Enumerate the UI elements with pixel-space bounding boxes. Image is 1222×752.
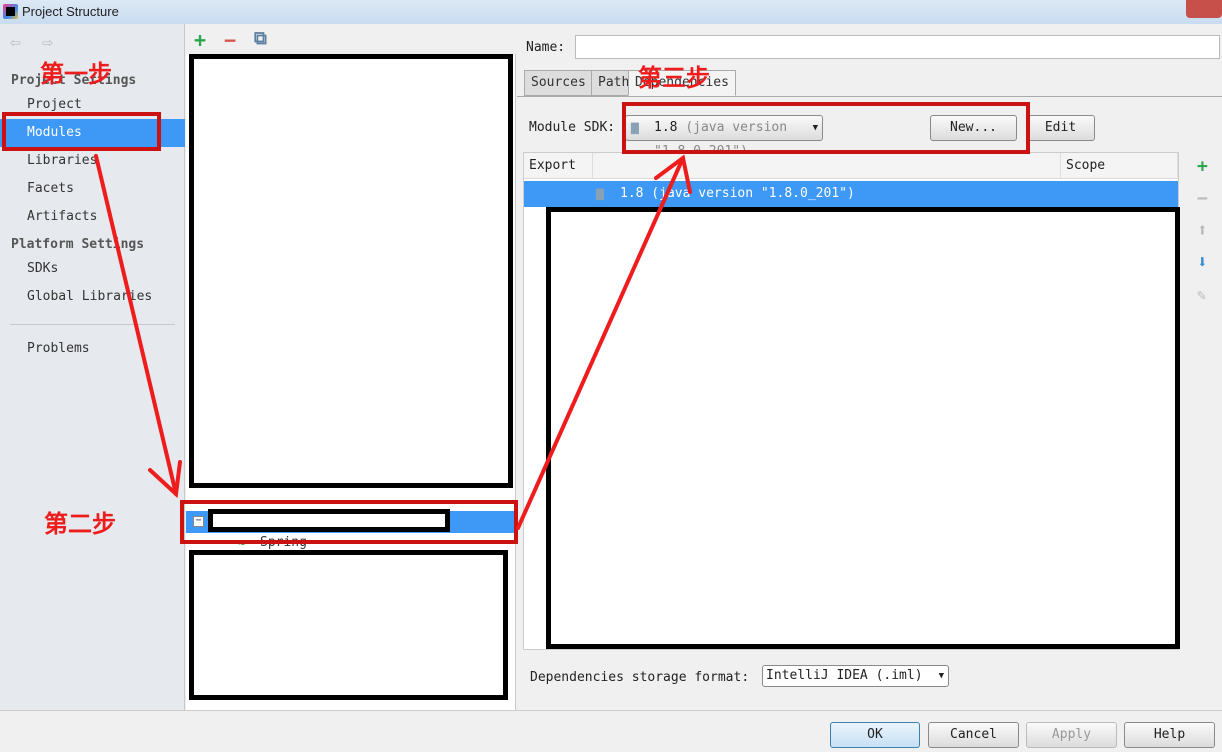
help-button[interactable]: Help bbox=[1124, 722, 1215, 748]
header-scope[interactable]: Scope bbox=[1061, 153, 1178, 179]
platform-settings-heading: Platform Settings bbox=[11, 237, 145, 252]
add-icon[interactable]: + bbox=[194, 28, 206, 52]
annotation-box-step2 bbox=[180, 500, 518, 544]
remove-dependency-icon[interactable]: − bbox=[1197, 188, 1208, 209]
annotation-box-step3 bbox=[622, 102, 1030, 154]
sidebar-item-artifacts[interactable]: Artifacts bbox=[0, 203, 185, 231]
sidebar-item-global-libraries[interactable]: Global Libraries bbox=[0, 283, 185, 311]
table-row[interactable]: ▆ 1.8 (java version "1.8.0_201") bbox=[524, 181, 1178, 207]
annotation-box-step1 bbox=[2, 112, 161, 151]
redacted-tree-area-2 bbox=[189, 550, 508, 700]
sidebar-item-problems[interactable]: Problems bbox=[0, 335, 185, 363]
tab-sources[interactable]: Sources bbox=[524, 70, 593, 96]
copy-icon[interactable]: ⧉ bbox=[254, 28, 267, 49]
sidebar-item-libraries[interactable]: Libraries bbox=[0, 147, 185, 175]
close-button[interactable] bbox=[1186, 0, 1222, 18]
move-up-icon[interactable]: ⬆ bbox=[1197, 220, 1208, 241]
sidebar-item-sdks[interactable]: SDKs bbox=[0, 255, 185, 283]
storage-format-value: IntelliJ IDEA (.iml) bbox=[766, 668, 923, 683]
divider bbox=[10, 324, 175, 325]
storage-format-label: Dependencies storage format: bbox=[530, 670, 750, 685]
intellij-logo-icon bbox=[3, 4, 18, 19]
edit-pencil-icon[interactable]: ✎ bbox=[1197, 286, 1206, 304]
modules-toolbar: + − ⧉ bbox=[186, 24, 516, 54]
chevron-down-icon: ▼ bbox=[938, 671, 944, 681]
tab-divider bbox=[517, 96, 1222, 97]
remove-icon[interactable]: − bbox=[224, 28, 236, 52]
header-name[interactable] bbox=[593, 153, 1061, 179]
ok-button[interactable]: OK bbox=[830, 722, 920, 748]
dialog-buttons: OK Cancel Apply Help bbox=[0, 710, 1222, 752]
apply-button[interactable]: Apply bbox=[1026, 722, 1117, 748]
header-export[interactable]: Export bbox=[524, 153, 593, 179]
sidebar-item-facets[interactable]: Facets bbox=[0, 175, 185, 203]
name-input[interactable] bbox=[575, 35, 1220, 59]
storage-format-dropdown[interactable]: IntelliJ IDEA (.iml) ▼ bbox=[762, 665, 949, 687]
window-title: Project Structure bbox=[22, 4, 119, 19]
move-down-icon[interactable]: ⬇ bbox=[1197, 252, 1208, 273]
annotation-step2: 第二步 bbox=[44, 510, 116, 538]
redacted-tree-area bbox=[189, 54, 513, 488]
forward-arrow-icon[interactable]: ⇨ bbox=[42, 32, 53, 53]
annotation-step1: 第一步 bbox=[40, 60, 112, 88]
dependencies-table: Export Scope ▆ 1.8 (java version "1.8.0_… bbox=[523, 152, 1180, 650]
modules-panel: + − ⧉ − ❧ Spring bbox=[186, 24, 516, 710]
dependency-name: 1.8 (java version "1.8.0_201") bbox=[620, 186, 855, 201]
title-bar: Project Structure bbox=[0, 0, 1222, 24]
back-arrow-icon[interactable]: ⇦ bbox=[10, 32, 21, 53]
add-dependency-icon[interactable]: + bbox=[1197, 156, 1208, 177]
redacted-dependencies bbox=[546, 207, 1180, 649]
name-label: Name: bbox=[526, 40, 566, 55]
edit-sdk-button[interactable]: Edit bbox=[1026, 115, 1095, 141]
annotation-step3: 第三步 bbox=[638, 64, 710, 92]
cancel-button[interactable]: Cancel bbox=[928, 722, 1019, 748]
sdk-folder-icon: ▆ bbox=[596, 186, 604, 201]
module-sdk-label: Module SDK: bbox=[529, 120, 616, 135]
